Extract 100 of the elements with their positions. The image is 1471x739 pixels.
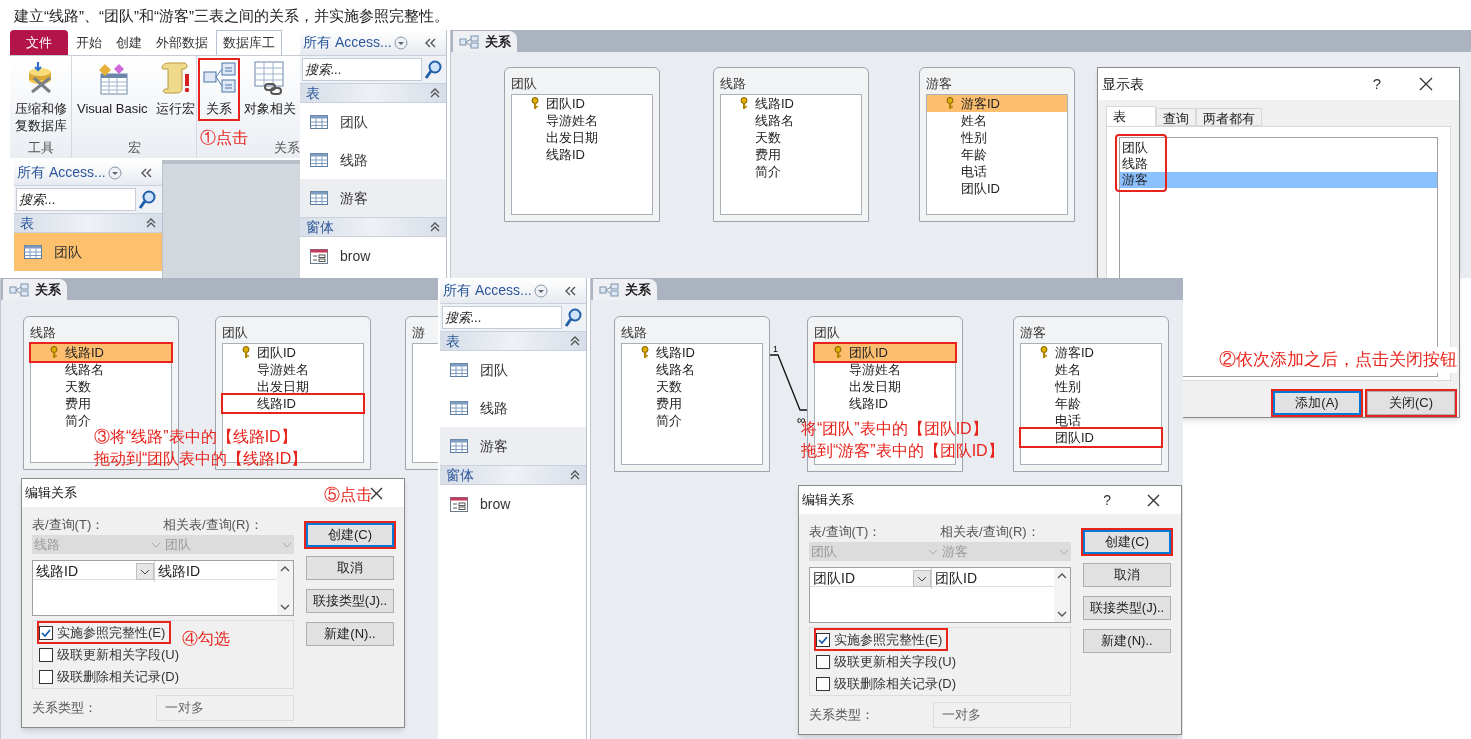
field-item[interactable]: 天数	[721, 129, 861, 146]
dialog-tab[interactable]: 查询	[1156, 108, 1196, 126]
list-item[interactable]: 团队	[1120, 140, 1437, 156]
field-item[interactable]: 线路ID	[31, 344, 171, 361]
field-item[interactable]: 性别	[1021, 378, 1161, 395]
field-item[interactable]: 简介	[721, 163, 861, 180]
dialog-button[interactable]: 联接类型(J)..	[1083, 596, 1171, 620]
field-item[interactable]: 线路ID	[721, 95, 861, 112]
ribbon-button[interactable]: Visual Basic	[75, 60, 150, 119]
field-item[interactable]: 线路ID	[622, 344, 762, 361]
field-item[interactable]: 电话	[1021, 412, 1161, 429]
field-item[interactable]: 性别	[927, 129, 1067, 146]
field-item[interactable]: 团队ID	[927, 180, 1067, 197]
field-item[interactable]: 天数	[31, 378, 171, 395]
field-item[interactable]: 姓名	[927, 112, 1067, 129]
field-item[interactable]: 导游姓名	[815, 361, 955, 378]
dialog-button[interactable]: 关闭(C)	[1367, 391, 1455, 415]
field-cell[interactable]: 线路ID	[155, 561, 277, 582]
ribbon-tab[interactable]: 文件	[10, 30, 68, 55]
dialog-button[interactable]: 联接类型(J)..	[306, 589, 394, 613]
field-item[interactable]: 导游姓名	[512, 112, 652, 129]
field-item[interactable]: 游客ID	[927, 95, 1067, 112]
field-item[interactable]: 出发日期	[223, 378, 363, 395]
checkbox-option[interactable]: 级联更新相关字段(U)	[39, 645, 184, 664]
section-header[interactable]: 表	[20, 212, 34, 234]
checkbox[interactable]	[39, 625, 53, 640]
field-item[interactable]: 线路名	[622, 361, 762, 378]
document-tab[interactable]: 关系	[3, 279, 67, 300]
field-item[interactable]: 线路ID	[223, 395, 363, 412]
dialog-button[interactable]: 创建(C)	[306, 523, 394, 547]
field-item[interactable]: 费用	[31, 395, 171, 412]
relationship-line[interactable]	[770, 354, 808, 411]
field-cell[interactable]: 线路ID	[33, 561, 155, 582]
ribbon-group-label: 关系	[272, 139, 300, 157]
checkbox[interactable]	[816, 632, 830, 647]
field-item[interactable]: 费用	[622, 395, 762, 412]
help-button[interactable]: ?	[1372, 72, 1381, 96]
checkbox[interactable]	[39, 669, 53, 684]
ribbon-group-label: 工具	[26, 139, 55, 157]
section-header[interactable]: 表	[306, 82, 320, 104]
help-button[interactable]: ?	[1103, 489, 1111, 511]
navigation-item[interactable]: 游客	[300, 179, 446, 217]
ribbon-tab[interactable]: 创建	[110, 30, 148, 55]
field-item[interactable]: 电话	[927, 163, 1067, 180]
checkbox[interactable]	[816, 654, 830, 669]
field-item[interactable]: 年龄	[1021, 395, 1161, 412]
field-cell[interactable]: 团队ID	[932, 568, 1054, 589]
dialog-button[interactable]: 添加(A)	[1273, 391, 1361, 415]
checkbox[interactable]	[39, 647, 53, 662]
field-item[interactable]: 团队ID	[815, 344, 955, 361]
field-item[interactable]: 年龄	[927, 146, 1067, 163]
field-item[interactable]: 出发日期	[512, 129, 652, 146]
document-tab[interactable]: 关系	[453, 31, 517, 52]
search-field[interactable]: 搜索...	[302, 58, 422, 81]
search-field[interactable]: 搜索...	[442, 306, 562, 329]
field-item[interactable]: 线路ID	[815, 395, 955, 412]
checkbox-option[interactable]: 实施参照完整性(E)	[816, 630, 947, 649]
list-item[interactable]: 游客	[1120, 172, 1437, 188]
field-item[interactable]: 出发日期	[815, 378, 955, 395]
ribbon-button[interactable]: 运行宏	[153, 60, 197, 119]
ribbon-button[interactable]: 压缩和修复数据库	[13, 60, 69, 136]
navigation-item[interactable]: 游客	[440, 427, 586, 465]
field-item[interactable]: 费用	[721, 146, 861, 163]
field-item[interactable]: 简介	[31, 412, 171, 429]
ribbon-button[interactable]: 关系	[200, 60, 238, 119]
checkbox-option[interactable]: 级联删除相关记录(D)	[816, 674, 961, 693]
checkbox[interactable]	[816, 676, 830, 691]
field-item[interactable]: 团队ID	[512, 95, 652, 112]
field-item[interactable]: 天数	[622, 378, 762, 395]
ribbon-tab[interactable]: 开始	[70, 30, 108, 55]
ribbon-tab[interactable]: 外部数据	[150, 30, 214, 55]
field-item[interactable]: 团队ID	[1021, 429, 1161, 446]
search-icon	[424, 59, 442, 80]
checkbox-option[interactable]: 级联更新相关字段(U)	[816, 652, 961, 671]
list-item[interactable]: 线路	[1120, 156, 1437, 172]
checkbox-option[interactable]: 级联删除相关记录(D)	[39, 667, 184, 686]
field-item[interactable]: 线路名	[31, 361, 171, 378]
ribbon-tab[interactable]: 数据库工	[216, 30, 282, 55]
dialog-button[interactable]: 创建(C)	[1083, 530, 1171, 554]
field-item[interactable]: 简介	[622, 412, 762, 429]
field-cell[interactable]: 团队ID	[810, 568, 932, 589]
dialog-button[interactable]: 取消	[1083, 563, 1171, 587]
field-item[interactable]: 线路名	[721, 112, 861, 129]
table-title: 团队	[511, 75, 538, 94]
field-item[interactable]: 团队ID	[223, 344, 363, 361]
dialog-button[interactable]: 新建(N)..	[1083, 629, 1171, 653]
navigation-item[interactable]: 团队	[14, 233, 162, 271]
section-header[interactable]: 表	[446, 330, 460, 352]
checkbox-option[interactable]: 实施参照完整性(E)	[39, 623, 170, 642]
dialog-button[interactable]: 新建(N)..	[306, 622, 394, 646]
annotation-text: ⑤点击	[324, 485, 372, 505]
dialog-tab[interactable]: 两者都有	[1196, 108, 1262, 126]
field-item[interactable]: 导游姓名	[223, 361, 363, 378]
annotation-text: 拖动到“团队表中的【线路ID】	[94, 449, 308, 469]
document-tab[interactable]: 关系	[593, 279, 657, 300]
dialog-button[interactable]: 取消	[306, 556, 394, 580]
field-item[interactable]: 线路ID	[512, 146, 652, 163]
search-field[interactable]: 搜索...	[16, 188, 136, 211]
ribbon-button[interactable]: 对象相关	[242, 60, 298, 119]
dialog-tab[interactable]: 表	[1106, 106, 1156, 126]
